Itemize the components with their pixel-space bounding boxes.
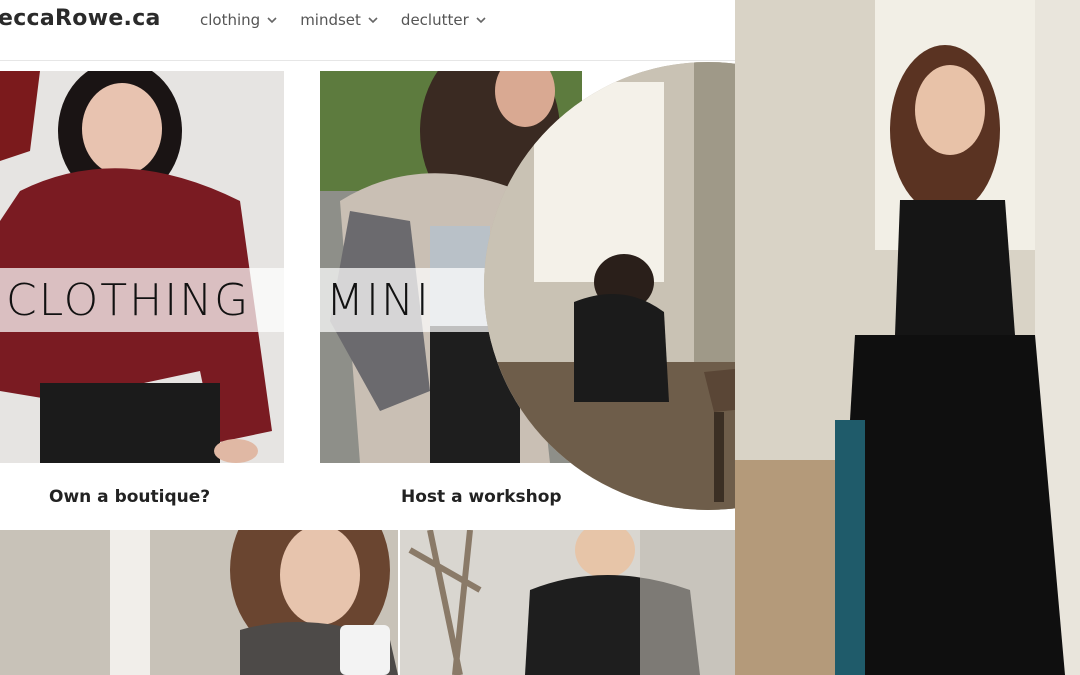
- card-caption[interactable]: Host a workshop: [401, 487, 562, 507]
- overlay-band: CLOTHING: [0, 268, 284, 332]
- clothing-photo: [0, 71, 284, 463]
- card-overlay-title: CLOTHING: [6, 274, 251, 326]
- selfie-photo: [0, 530, 398, 675]
- main-nav: clothing mindset declutter: [200, 11, 487, 29]
- portrait-photo: [735, 0, 1080, 675]
- chevron-down-icon: [267, 17, 277, 24]
- chevron-down-icon: [476, 17, 486, 24]
- nav-item-declutter[interactable]: declutter: [401, 11, 487, 29]
- nav-item-label: clothing: [200, 11, 261, 29]
- clothing-card[interactable]: CLOTHING: [0, 71, 284, 463]
- nav-item-mindset[interactable]: mindset: [300, 11, 379, 29]
- outdoor-photo: [400, 530, 735, 675]
- site-header: eccaRowe.ca clothing mindset declutter: [0, 0, 735, 61]
- nav-item-label: declutter: [400, 11, 469, 29]
- nav-item-label: mindset: [300, 11, 361, 29]
- card-overlay-title: MINI: [326, 274, 431, 326]
- card-caption[interactable]: Own a boutique?: [49, 487, 210, 507]
- chevron-down-icon: [368, 17, 378, 24]
- site-logo[interactable]: eccaRowe.ca: [0, 6, 161, 31]
- nav-item-clothing[interactable]: clothing: [200, 11, 278, 29]
